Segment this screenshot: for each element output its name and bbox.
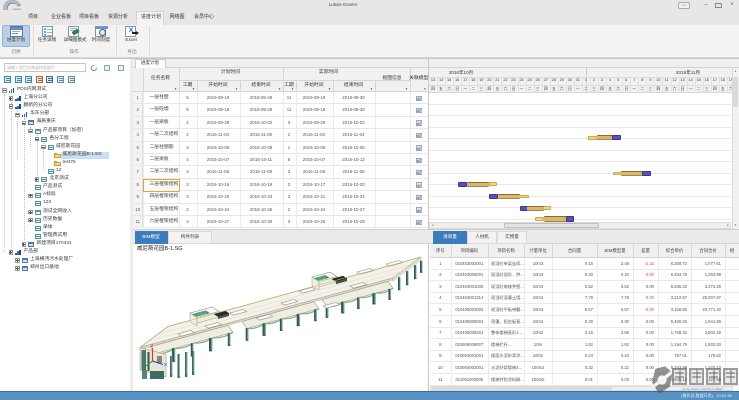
svg-text:X: X [164, 362, 167, 367]
svg-text:Z: Z [151, 343, 154, 348]
